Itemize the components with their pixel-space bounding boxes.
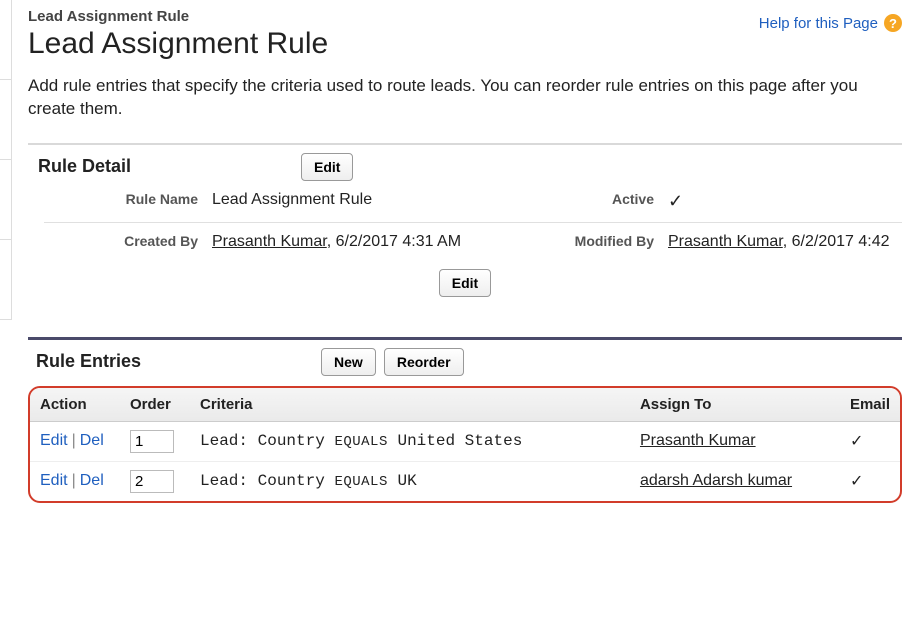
help-icon: ? (884, 14, 902, 32)
breadcrumb: Lead Assignment Rule (28, 8, 328, 25)
active-checkmark: ✓ (668, 191, 902, 212)
page-title: Lead Assignment Rule (28, 27, 328, 61)
col-criteria: Criteria (190, 388, 630, 422)
rule-entries-highlight-box: Action Order Criteria Assign To Email Ed… (28, 386, 902, 503)
rule-detail-section: Rule Detail Edit Rule Name Lead Assignme… (28, 143, 902, 307)
rule-name-value: Lead Assignment Rule (212, 191, 512, 209)
created-by-time: , 6/2/2017 4:31 AM (327, 233, 461, 250)
modified-by-time: , 6/2/2017 4:42 (783, 233, 890, 250)
rule-entries-table: Action Order Criteria Assign To Email Ed… (30, 388, 900, 501)
active-label: Active (520, 191, 660, 207)
modified-by-label: Modified By (520, 233, 660, 249)
assign-to-link[interactable]: Prasanth Kumar (640, 432, 756, 449)
email-checkmark: ✓ (840, 421, 900, 461)
order-input[interactable] (130, 470, 174, 493)
email-checkmark: ✓ (840, 461, 900, 501)
table-row: Edit|Del Lead: Country EQUALS United Sta… (30, 421, 900, 461)
created-by-value: Prasanth Kumar, 6/2/2017 4:31 AM (212, 233, 512, 251)
del-link[interactable]: Del (80, 432, 104, 449)
rule-entries-section: Rule Entries New Reorder Action Order Cr… (28, 337, 902, 503)
created-by-user-link[interactable]: Prasanth Kumar (212, 233, 327, 250)
edit-link[interactable]: Edit (40, 472, 68, 489)
rule-detail-title: Rule Detail (38, 156, 131, 177)
help-for-page-link[interactable]: Help for this Page ? (759, 14, 902, 32)
col-assign-to: Assign To (630, 388, 840, 422)
created-by-label: Created By (44, 233, 204, 249)
new-button[interactable]: New (321, 348, 376, 376)
criteria-cell: Lead: Country EQUALS United States (190, 421, 630, 461)
table-row: Edit|Del Lead: Country EQUALS UK adarsh … (30, 461, 900, 501)
left-rail (0, 0, 12, 521)
modified-by-user-link[interactable]: Prasanth Kumar (668, 233, 783, 250)
order-input[interactable] (130, 430, 174, 453)
edit-link[interactable]: Edit (40, 432, 68, 449)
help-label: Help for this Page (759, 15, 878, 32)
reorder-button[interactable]: Reorder (384, 348, 464, 376)
rule-entries-title: Rule Entries (36, 351, 141, 372)
edit-button-top[interactable]: Edit (301, 153, 353, 181)
edit-button-bottom[interactable]: Edit (439, 269, 491, 297)
intro-text: Add rule entries that specify the criter… (28, 75, 902, 121)
col-email: Email (840, 388, 900, 422)
modified-by-value: Prasanth Kumar, 6/2/2017 4:42 (668, 233, 902, 251)
assign-to-link[interactable]: adarsh Adarsh kumar (640, 472, 792, 489)
col-action: Action (30, 388, 120, 422)
col-order: Order (120, 388, 190, 422)
criteria-cell: Lead: Country EQUALS UK (190, 461, 630, 501)
rule-name-label: Rule Name (44, 191, 204, 207)
del-link[interactable]: Del (80, 472, 104, 489)
